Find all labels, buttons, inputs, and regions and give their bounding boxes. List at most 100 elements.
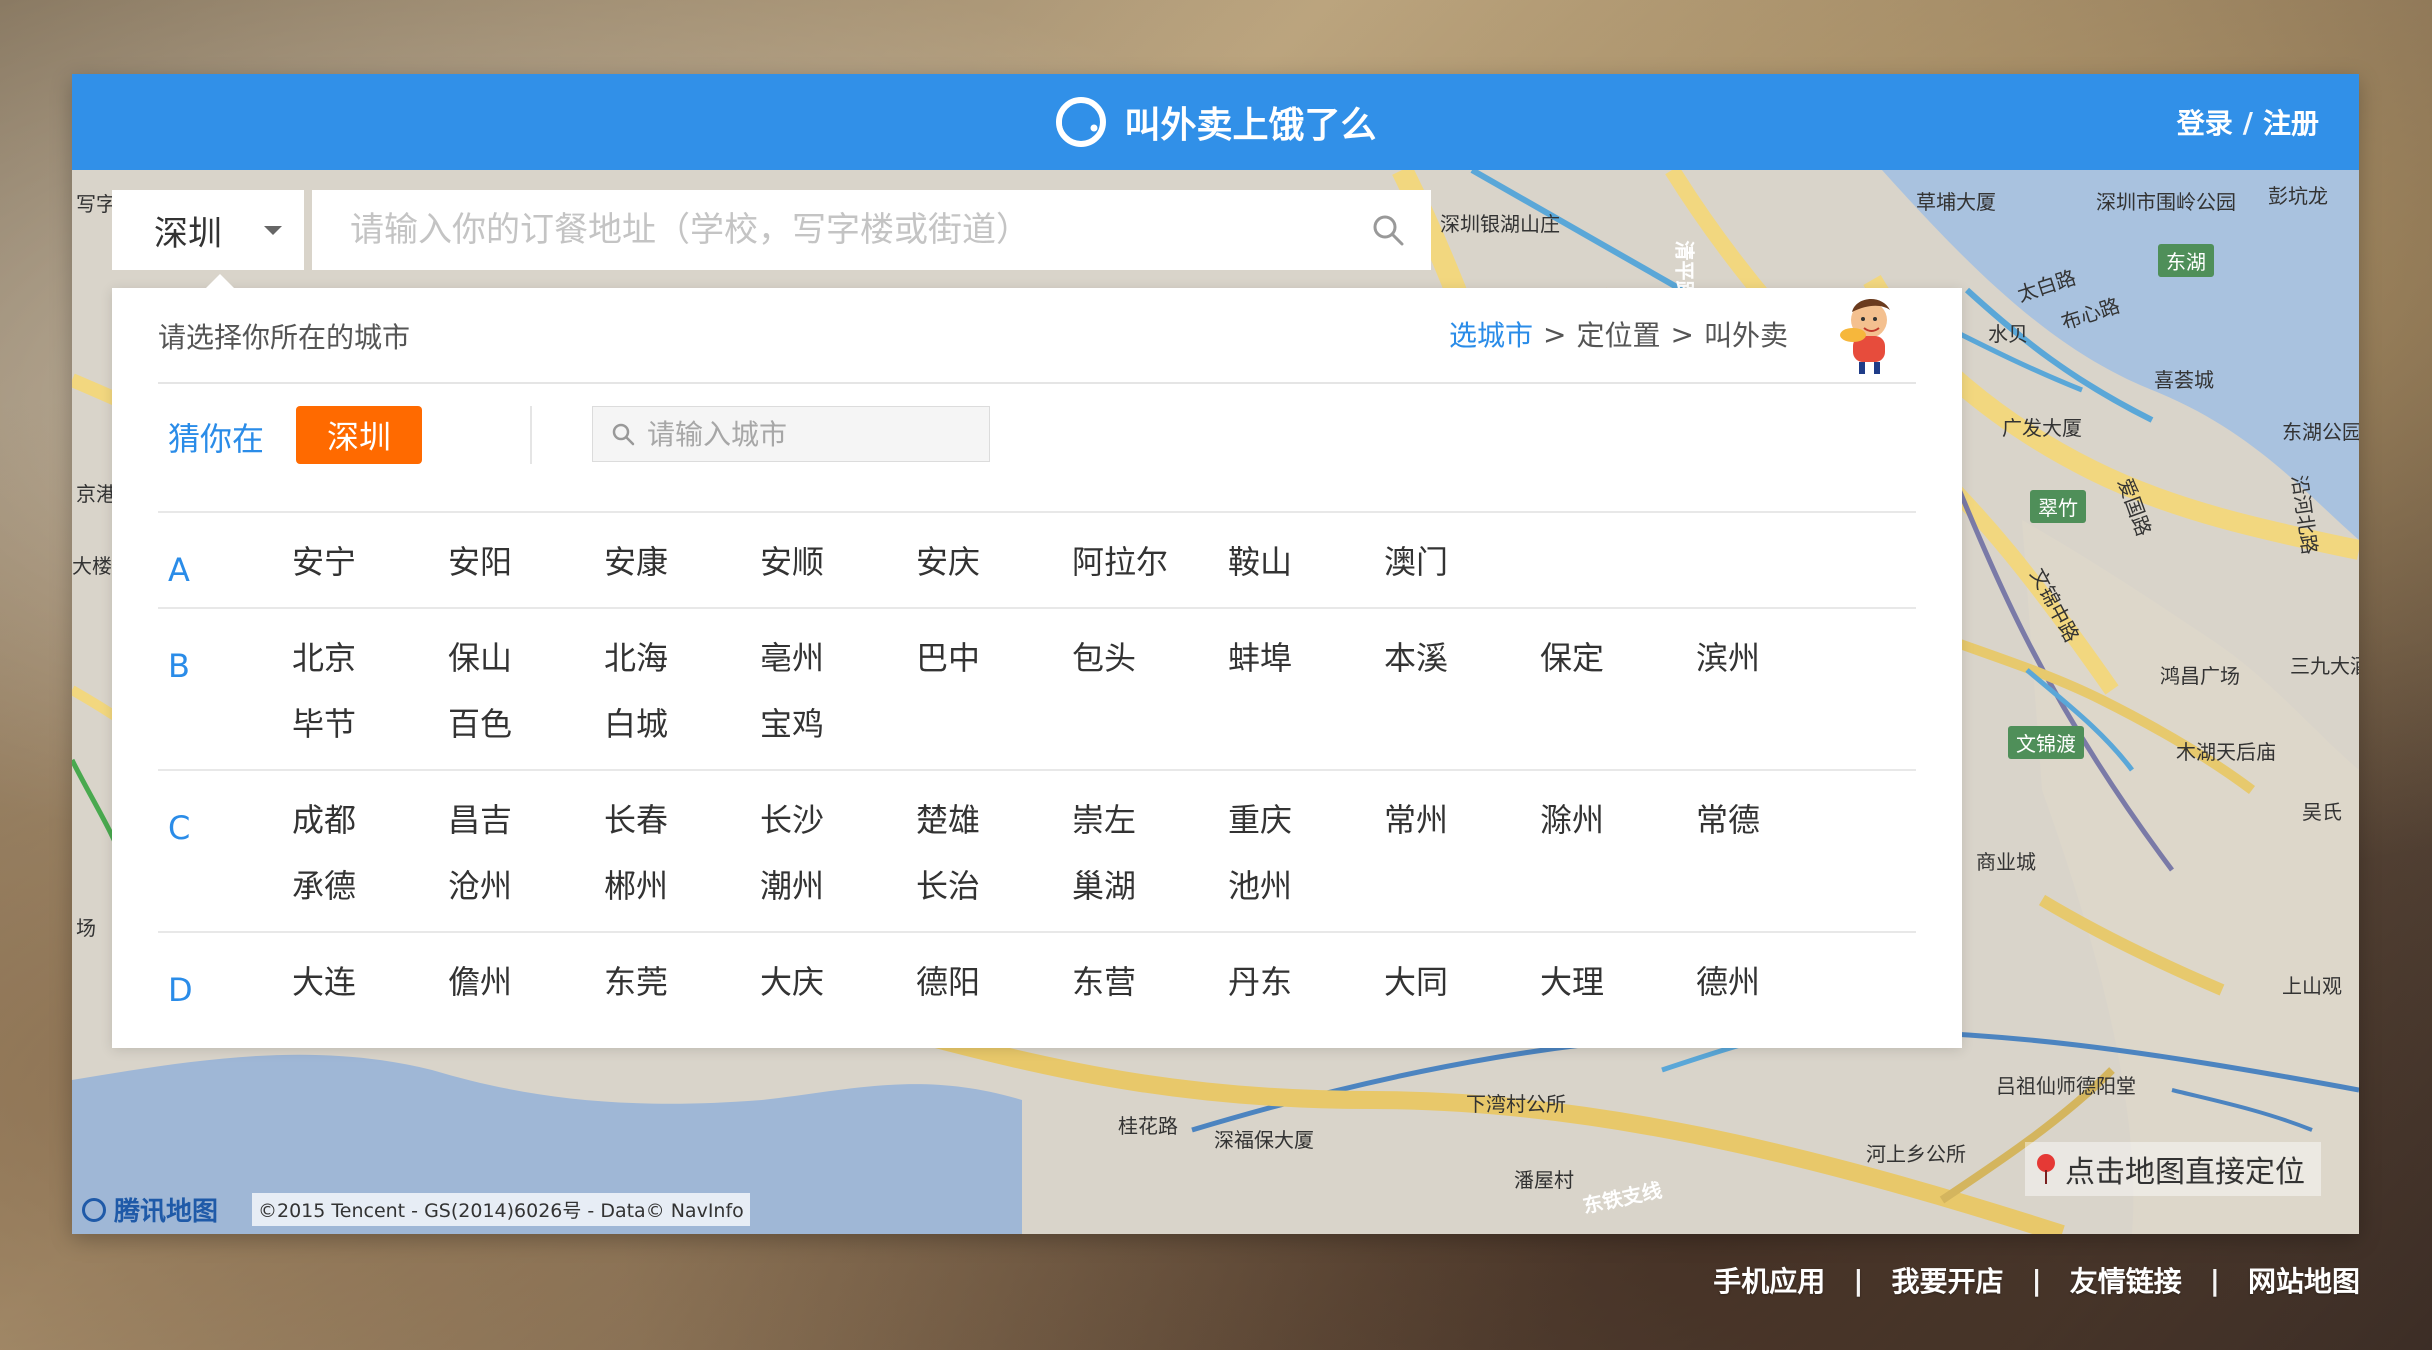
city-item[interactable]: 安阳	[448, 541, 604, 583]
map-label-panwucun: 潘屋村	[1514, 1168, 1574, 1192]
tencent-logo-icon	[82, 1197, 106, 1222]
city-item[interactable]: 东莞	[604, 961, 760, 1003]
city-item[interactable]: 沧州	[448, 865, 604, 907]
city-item[interactable]: 鞍山	[1228, 541, 1384, 583]
city-panel-title: 请选择你所在的城市	[158, 321, 411, 354]
city-panel-inner: 请选择你所在的城市 选城市 > 定位置 > 叫外卖 猜你在 深圳 请输入城市 A…	[158, 288, 1916, 1048]
footer-link-open-store[interactable]: 我要开店	[1891, 1260, 2003, 1300]
register-link[interactable]: 注册	[2263, 102, 2319, 142]
map-locate-button[interactable]: 点击地图直接定位	[2025, 1142, 2321, 1196]
city-item[interactable]: 安庆	[916, 541, 1072, 583]
breadcrumb-order: 叫外卖	[1703, 319, 1788, 352]
city-panel-header: 请选择你所在的城市 选城市 > 定位置 > 叫外卖	[158, 288, 1916, 384]
city-grid: 成都 昌吉 长春 长沙 楚雄 崇左 重庆 常州 滁州 常德 承德 沧州 郴州 潮…	[292, 771, 1916, 931]
city-item[interactable]: 重庆	[1228, 799, 1384, 841]
city-selector[interactable]: 深圳	[112, 190, 304, 270]
brand[interactable]: 叫外卖上饿了么	[1054, 74, 1377, 170]
group-letter: D	[168, 971, 193, 1009]
city-item[interactable]: 长治	[916, 865, 1072, 907]
city-item[interactable]: 丹东	[1228, 961, 1384, 1003]
map-label-hongchangguangchang: 鸿昌广场	[2160, 664, 2240, 688]
auth-separator: /	[2242, 105, 2253, 139]
brand-text: 叫外卖上饿了么	[1124, 105, 1377, 146]
city-item[interactable]: 阿拉尔	[1072, 541, 1228, 583]
city-item[interactable]: 北海	[604, 637, 760, 679]
city-item[interactable]: 德州	[1696, 961, 1852, 1003]
city-item[interactable]: 本溪	[1384, 637, 1540, 679]
city-item[interactable]: 安宁	[292, 541, 448, 583]
panel-pointer	[206, 274, 234, 288]
city-item[interactable]: 儋州	[448, 961, 604, 1003]
city-item[interactable]: 保山	[448, 637, 604, 679]
city-item[interactable]: 巴中	[916, 637, 1072, 679]
city-item[interactable]: 大庆	[760, 961, 916, 1003]
login-link[interactable]: 登录	[2177, 102, 2233, 142]
map-label-pengkenglong: 彭坑龙	[2268, 184, 2328, 208]
search-icon[interactable]	[1371, 213, 1405, 247]
city-item[interactable]: 郴州	[604, 865, 760, 907]
city-search-box[interactable]	[592, 406, 990, 462]
group-letter: B	[168, 647, 190, 685]
city-search-input[interactable]	[645, 416, 989, 452]
breadcrumb: 选城市 > 定位置 > 叫外卖	[1449, 314, 1788, 354]
map-locate-text: 点击地图直接定位	[2065, 1155, 2305, 1190]
city-item[interactable]: 大同	[1384, 961, 1540, 1003]
city-item[interactable]: 楚雄	[916, 799, 1072, 841]
city-item[interactable]: 白城	[604, 703, 760, 745]
city-item[interactable]: 蚌埠	[1228, 637, 1384, 679]
address-search-box[interactable]	[312, 190, 1431, 270]
breadcrumb-select-city[interactable]: 选城市	[1449, 314, 1533, 354]
map-label-weilinggongyuan: 深圳市围岭公园	[2096, 190, 2236, 214]
city-item[interactable]: 常州	[1384, 799, 1540, 841]
map-label-sanjiudajiudian: 三九大酒店	[2290, 654, 2359, 678]
city-item[interactable]: 潮州	[760, 865, 916, 907]
footer-link-friend-links[interactable]: 友情链接	[2070, 1260, 2182, 1300]
city-item[interactable]: 毕节	[292, 703, 448, 745]
city-item[interactable]: 滨州	[1696, 637, 1852, 679]
city-item[interactable]: 包头	[1072, 637, 1228, 679]
map-label-shenfubaodasha: 深福保大厦	[1214, 1128, 1314, 1152]
guess-city-row: 猜你在 深圳	[158, 406, 1916, 468]
city-item[interactable]: 保定	[1540, 637, 1696, 679]
footer-link-sitemap[interactable]: 网站地图	[2248, 1260, 2360, 1300]
city-item[interactable]: 安康	[604, 541, 760, 583]
map-label-muhutianhoumiao: 木湖天后庙	[2176, 740, 2276, 764]
city-item[interactable]: 百色	[448, 703, 604, 745]
city-item[interactable]: 崇左	[1072, 799, 1228, 841]
city-item[interactable]: 巢湖	[1072, 865, 1228, 907]
city-item[interactable]: 澳门	[1384, 541, 1540, 583]
map-label-lvzuxianshi: 吕祖仙师德阳堂	[1996, 1074, 2136, 1098]
address-search-input[interactable]	[348, 209, 1351, 251]
top-bar: 叫外卖上饿了么 登录 / 注册	[72, 74, 2359, 170]
city-item[interactable]: 长春	[604, 799, 760, 841]
group-letter: A	[168, 551, 190, 589]
mascot-icon	[1840, 298, 1890, 374]
city-item[interactable]: 亳州	[760, 637, 916, 679]
map-label-xiezi: 写字	[76, 192, 116, 216]
map-credit: 腾讯地图 ©2015 Tencent - GS(2014)6026号 - Dat…	[72, 1192, 2359, 1234]
footer-link-mobile-app[interactable]: 手机应用	[1713, 1260, 1825, 1300]
city-item[interactable]: 安顺	[760, 541, 916, 583]
city-item[interactable]: 成都	[292, 799, 448, 841]
city-item[interactable]: 北京	[292, 637, 448, 679]
city-group-d: D 大连 儋州 东莞 大庆 德阳 东营 丹东 大同 大理 德州	[158, 931, 1916, 1027]
city-item[interactable]: 宝鸡	[760, 703, 916, 745]
map-label-yinhushanzhuang: 深圳银湖山庄	[1440, 212, 1560, 236]
city-item[interactable]: 长沙	[760, 799, 916, 841]
city-item[interactable]: 承德	[292, 865, 448, 907]
city-item[interactable]: 常德	[1696, 799, 1852, 841]
city-item[interactable]: 大理	[1540, 961, 1696, 1003]
map-label-donghugongyuan: 东湖公园	[2282, 420, 2359, 444]
eleme-logo-icon	[1055, 97, 1106, 147]
city-item[interactable]: 昌吉	[448, 799, 604, 841]
map-label-guihualu: 桂花路	[1118, 1114, 1178, 1138]
city-item[interactable]: 东营	[1072, 961, 1228, 1003]
guess-city-button[interactable]: 深圳	[296, 406, 422, 464]
map-label-wenjindu: 文锦渡	[2008, 726, 2084, 759]
city-item[interactable]: 德阳	[916, 961, 1072, 1003]
city-item[interactable]: 池州	[1228, 865, 1384, 907]
group-letter: C	[168, 809, 191, 847]
city-item[interactable]: 滁州	[1540, 799, 1696, 841]
city-item[interactable]: 大连	[292, 961, 448, 1003]
city-grid: 安宁 安阳 安康 安顺 安庆 阿拉尔 鞍山 澳门	[292, 513, 1916, 607]
